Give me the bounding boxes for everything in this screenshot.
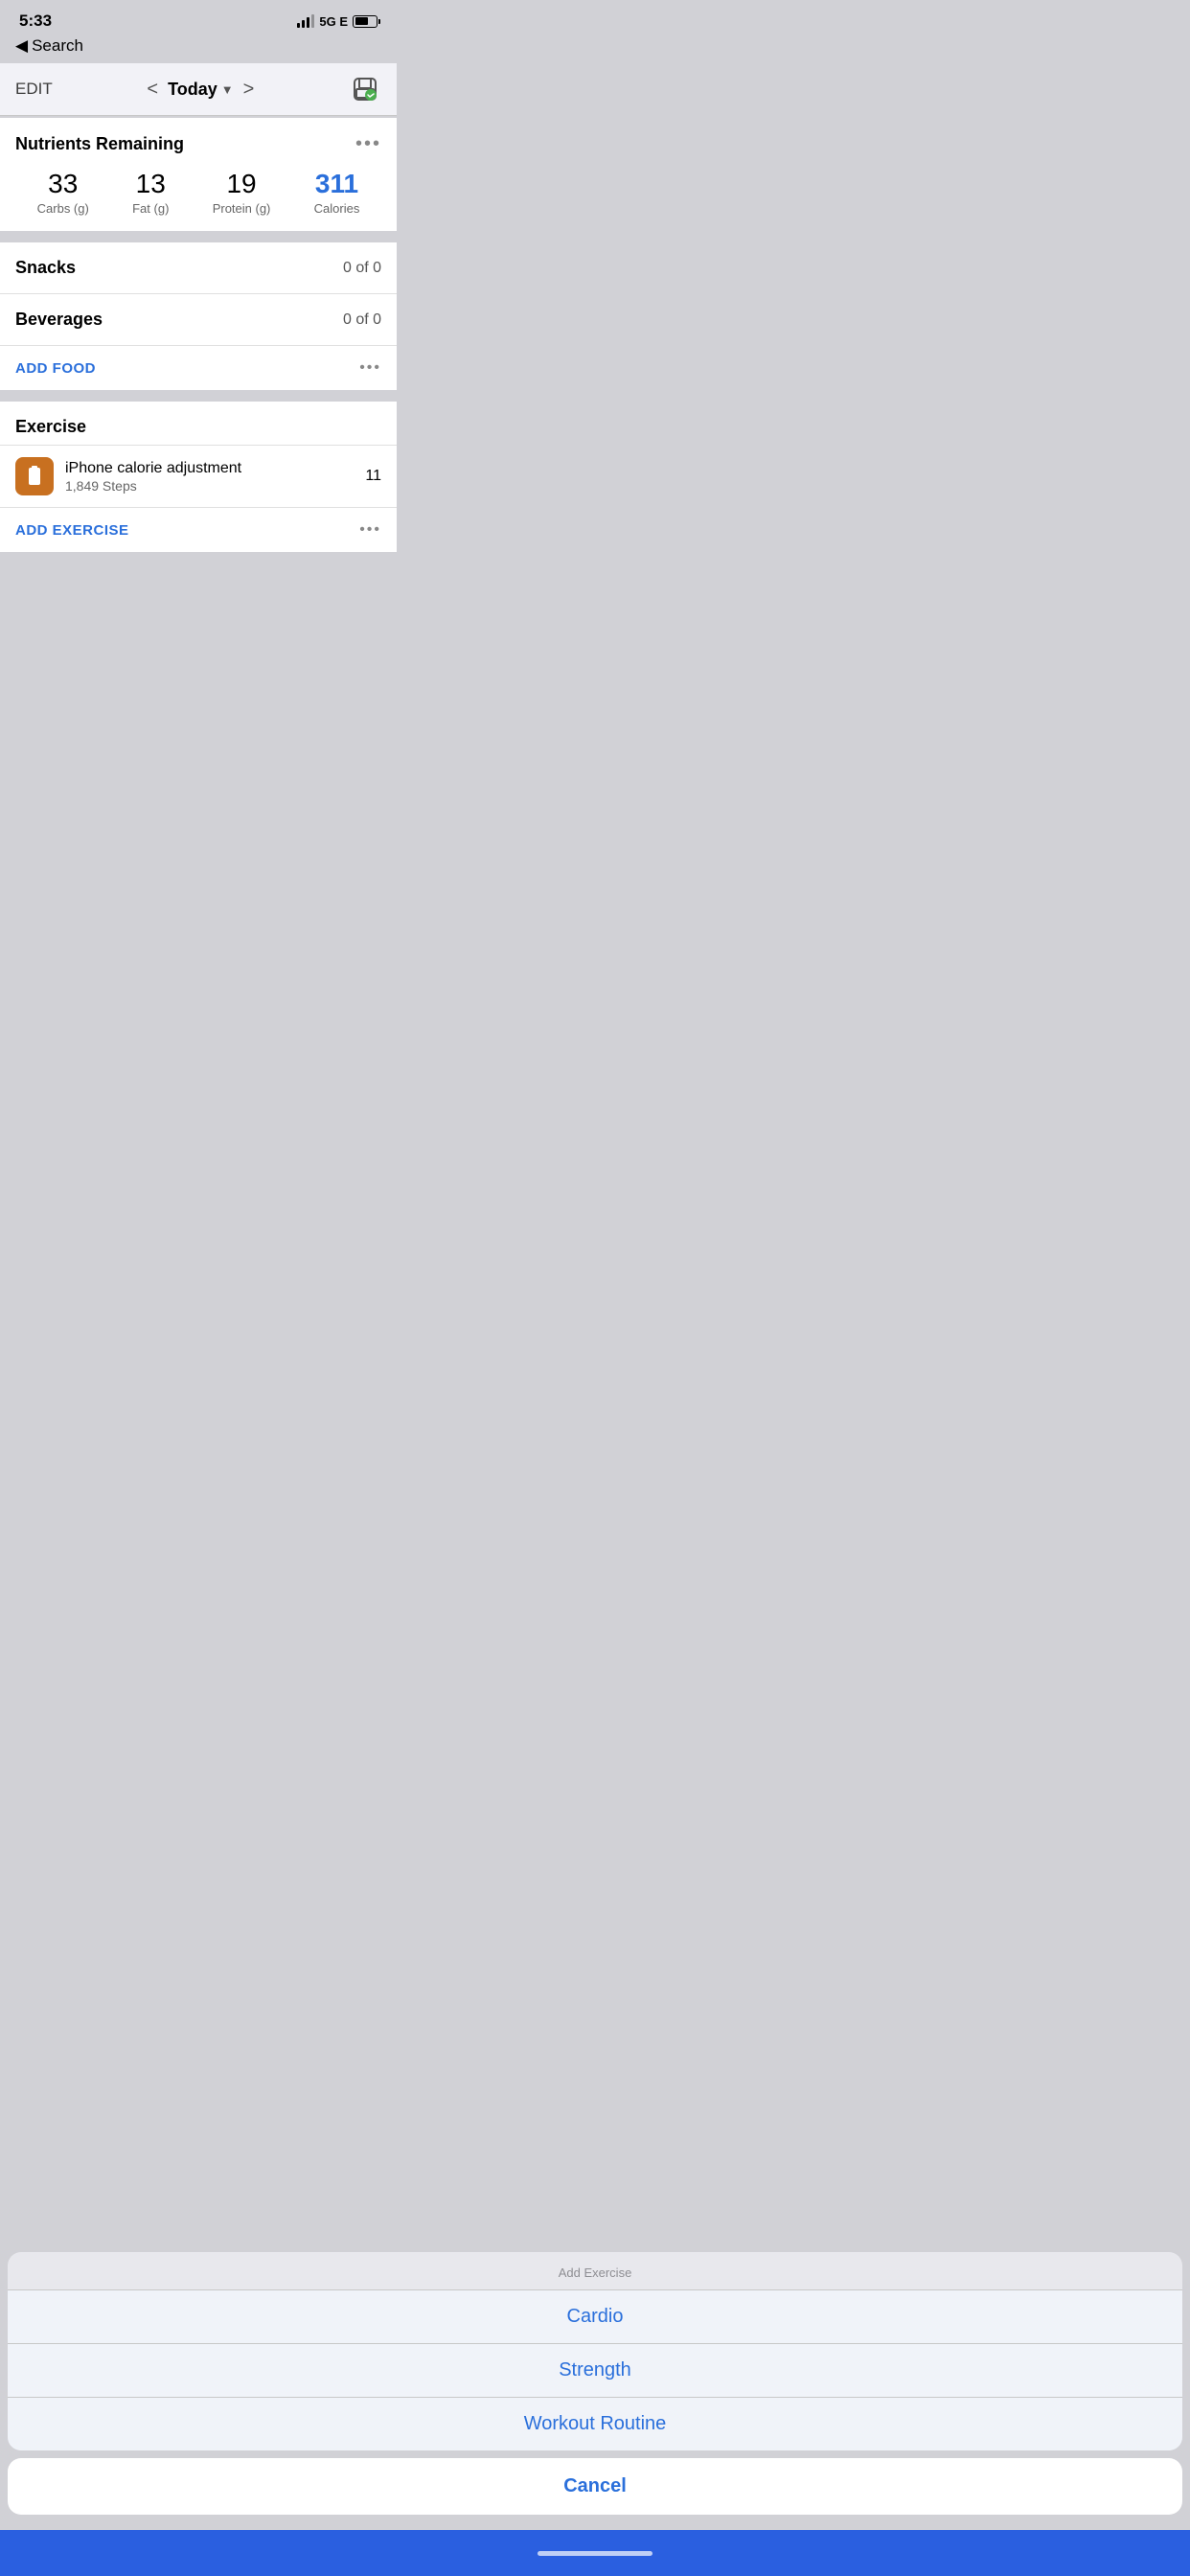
home-indicator xyxy=(538,2551,652,2556)
exercise-more-button[interactable]: ••• xyxy=(359,521,381,539)
action-sheet-title: Add Exercise xyxy=(8,2252,1182,2290)
today-label: Today xyxy=(168,80,217,100)
action-sheet-overlay: Add Exercise Cardio Strength Workout Rou… xyxy=(0,2252,1190,2576)
beverages-label: Beverages xyxy=(15,310,103,330)
strength-option[interactable]: Strength xyxy=(8,2344,1182,2398)
carbs-label: Carbs (g) xyxy=(37,201,89,216)
nutrients-section: Nutrients Remaining ••• 33 Carbs (g) 13 … xyxy=(0,118,397,231)
save-log-button[interactable] xyxy=(349,73,381,105)
fat-label: Fat (g) xyxy=(132,201,169,216)
back-nav[interactable]: ◀ Search xyxy=(0,34,397,63)
add-exercise-row[interactable]: ADD EXERCISE ••• xyxy=(0,508,397,552)
workout-routine-label: Workout Routine xyxy=(524,2413,667,2435)
exercise-app-icon xyxy=(15,457,54,495)
exercise-item-info: iPhone calorie adjustment 1,849 Steps xyxy=(65,460,365,494)
action-sheet: Add Exercise Cardio Strength Workout Rou… xyxy=(0,2252,1190,2530)
nutrients-grid: 33 Carbs (g) 13 Fat (g) 19 Protein (g) 3… xyxy=(15,169,381,216)
carbs-nutrient: 33 Carbs (g) xyxy=(37,169,89,216)
add-food-row[interactable]: ADD FOOD ••• xyxy=(0,346,397,390)
toolbar: EDIT < Today ▼ > xyxy=(0,63,397,116)
carbs-value: 33 xyxy=(48,169,78,199)
strength-label: Strength xyxy=(559,2359,631,2381)
add-food-button[interactable]: ADD FOOD xyxy=(15,360,96,377)
snacks-value: 0 of 0 xyxy=(343,260,381,277)
exercise-item-steps: 1,849 Steps xyxy=(65,478,365,494)
workout-routine-option[interactable]: Workout Routine xyxy=(8,2398,1182,2450)
dropdown-arrow-icon: ▼ xyxy=(221,82,234,97)
exercise-item-cals: 11 xyxy=(365,468,381,485)
calories-label: Calories xyxy=(314,201,360,216)
cardio-option[interactable]: Cardio xyxy=(8,2290,1182,2344)
action-sheet-menu: Add Exercise Cardio Strength Workout Rou… xyxy=(8,2252,1182,2450)
signal-bars-icon xyxy=(297,14,314,28)
cancel-label: Cancel xyxy=(563,2475,627,2497)
exercise-header: Exercise xyxy=(0,402,397,446)
nutrients-title: Nutrients Remaining xyxy=(15,134,184,154)
date-nav-group: < Today ▼ > xyxy=(147,79,254,101)
cardio-label: Cardio xyxy=(567,2306,624,2328)
protein-label: Protein (g) xyxy=(213,201,271,216)
protein-nutrient: 19 Protein (g) xyxy=(213,169,271,216)
nutrients-header: Nutrients Remaining ••• xyxy=(15,133,381,155)
status-bar: 5:33 5G E xyxy=(0,0,397,34)
exercise-title: Exercise xyxy=(15,417,86,436)
edit-button[interactable]: EDIT xyxy=(15,80,53,99)
protein-value: 19 xyxy=(226,169,256,199)
food-more-button[interactable]: ••• xyxy=(359,359,381,377)
calories-value: 311 xyxy=(315,169,358,199)
battery-icon xyxy=(353,15,378,28)
exercise-item-row[interactable]: iPhone calorie adjustment 1,849 Steps 11 xyxy=(0,446,397,508)
today-button[interactable]: Today ▼ xyxy=(168,80,234,100)
exercise-item-name: iPhone calorie adjustment xyxy=(65,460,365,477)
beverages-value: 0 of 0 xyxy=(343,311,381,329)
snacks-row[interactable]: Snacks 0 of 0 xyxy=(0,242,397,294)
calories-nutrient: 311 Calories xyxy=(314,169,360,216)
page-content: Nutrients Remaining ••• 33 Carbs (g) 13 … xyxy=(0,118,397,552)
status-time: 5:33 xyxy=(19,12,52,31)
snacks-label: Snacks xyxy=(15,258,76,278)
back-label: Search xyxy=(32,36,83,56)
status-icons: 5G E xyxy=(297,14,378,29)
fat-nutrient: 13 Fat (g) xyxy=(132,169,169,216)
fat-value: 13 xyxy=(136,169,166,199)
prev-day-button[interactable]: < xyxy=(147,79,158,101)
exercise-section: Exercise iPhone calorie adjustment 1,849… xyxy=(0,402,397,552)
next-day-button[interactable]: > xyxy=(243,79,255,101)
back-arrow-icon: ◀ xyxy=(15,36,28,56)
cancel-section: Cancel xyxy=(8,2458,1182,2515)
cancel-button[interactable]: Cancel xyxy=(8,2458,1182,2515)
nutrients-more-button[interactable]: ••• xyxy=(355,133,381,155)
beverages-row[interactable]: Beverages 0 of 0 xyxy=(0,294,397,346)
add-exercise-button[interactable]: ADD EXERCISE xyxy=(15,522,129,539)
network-label: 5G E xyxy=(319,14,348,29)
home-bar-area xyxy=(0,2530,1190,2576)
food-section: Snacks 0 of 0 Beverages 0 of 0 ADD FOOD … xyxy=(0,242,397,390)
